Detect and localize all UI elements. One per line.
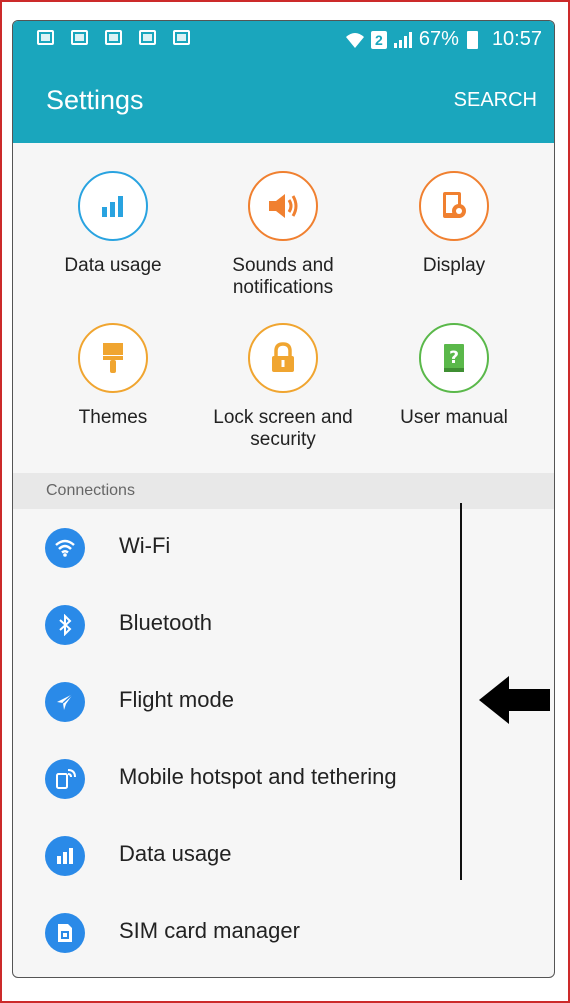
list-item-label: Wi-Fi — [119, 533, 171, 558]
display-icon — [419, 171, 489, 241]
notification-icons — [37, 30, 190, 45]
list-item-data-usage[interactable]: Data usage — [13, 817, 554, 894]
phone-screen: 2 67% 10:57 Settings SEARCH Data usage S… — [12, 20, 555, 978]
mms-notification-icon-2 — [139, 30, 156, 45]
section-header: Connections — [13, 473, 554, 509]
tile-data-usage[interactable]: Data usage — [28, 171, 198, 277]
tile-label: Themes — [78, 407, 148, 428]
sim-card-icon — [45, 913, 85, 953]
user-manual-icon: ? — [419, 323, 489, 393]
tile-label: User manual — [400, 407, 508, 428]
clock: 10:57 — [491, 28, 542, 50]
wifi-icon — [45, 528, 85, 568]
list-item-bluetooth[interactable]: Bluetooth — [13, 586, 554, 663]
list-item-label: SIM card manager — [119, 918, 300, 943]
status-bar: 2 67% 10:57 — [13, 21, 554, 61]
page-title: Settings — [46, 85, 144, 115]
hotspot-icon — [45, 759, 85, 799]
section-title: Connections — [46, 482, 135, 499]
mms-notification-icon — [105, 30, 122, 45]
image-notification-icon — [71, 30, 88, 45]
tile-label: Data usage — [64, 255, 162, 276]
connections-list: Wi-Fi Bluetooth Flight mode Mobile hotsp… — [13, 509, 554, 971]
quick-settings-grid: Data usage Sounds and notifications Disp… — [13, 143, 554, 473]
list-item-sim-card-manager[interactable]: SIM card manager — [13, 894, 554, 971]
signal-icon — [393, 31, 412, 48]
tile-label: Lock screen and security — [213, 407, 353, 450]
tile-themes[interactable]: Themes — [28, 323, 198, 429]
tile-display[interactable]: Display — [369, 171, 539, 277]
svg-text:?: ? — [449, 348, 459, 368]
message-notification-icon — [173, 30, 190, 45]
flight-mode-icon — [45, 682, 85, 722]
battery-percent: 67% — [418, 28, 459, 50]
list-item-label: Bluetooth — [119, 610, 212, 635]
tile-user-manual[interactable]: ? User manual — [369, 323, 539, 429]
sim-badge: 2 — [370, 30, 387, 49]
scrollbar[interactable] — [460, 503, 462, 880]
sound-icon — [248, 171, 318, 241]
list-item-wifi[interactable]: Wi-Fi — [13, 509, 554, 586]
data-usage-icon — [78, 171, 148, 241]
lock-icon — [248, 323, 318, 393]
data-usage-icon — [45, 836, 85, 876]
status-right: 2 67% 10:57 — [345, 28, 542, 51]
battery-icon — [466, 30, 478, 49]
search-button[interactable]: SEARCH — [454, 89, 537, 112]
list-item-label: Data usage — [119, 841, 232, 866]
bluetooth-icon — [45, 605, 85, 645]
list-item-mobile-hotspot[interactable]: Mobile hotspot and tethering — [13, 740, 554, 817]
app-bar: Settings SEARCH — [13, 61, 554, 143]
themes-icon — [78, 323, 148, 393]
tile-lock-screen-security[interactable]: Lock screen and security — [198, 323, 368, 451]
list-item-label: Flight mode — [119, 687, 234, 712]
wifi-status-icon — [345, 32, 364, 48]
list-item-label: Mobile hotspot and tethering — [119, 764, 397, 789]
arrow-left-icon — [479, 676, 550, 724]
tile-label: Display — [422, 255, 486, 276]
gmail-notification-icon — [37, 30, 54, 45]
tile-label: Sounds and notifications — [232, 255, 334, 298]
tile-sounds-notifications[interactable]: Sounds and notifications — [198, 171, 368, 299]
